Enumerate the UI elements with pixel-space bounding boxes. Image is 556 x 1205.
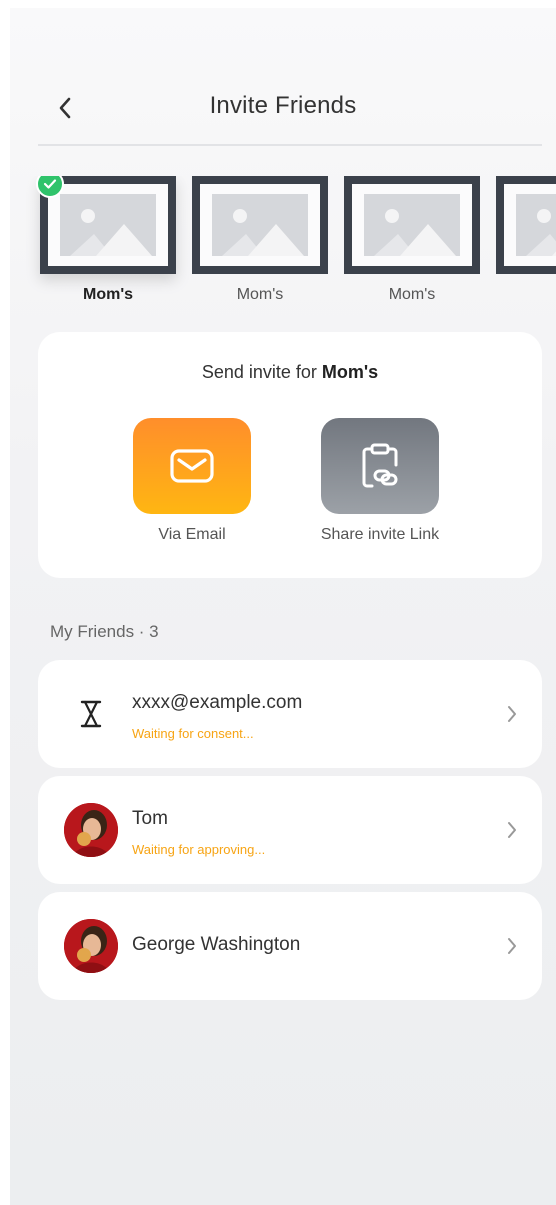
album-thumbnail (344, 176, 480, 274)
album-label: Mom's (82, 286, 134, 303)
app-screen: Invite Friends Mom's Mom's Mom's Send in… (10, 8, 556, 1205)
header-divider (38, 144, 542, 146)
album-item[interactable]: Mom's (344, 176, 480, 304)
chevron-right-icon (508, 822, 516, 838)
page-title: Invite Friends (209, 92, 357, 119)
clipboard-link-icon (362, 443, 398, 488)
invite-prefix: Send invite for (201, 362, 322, 382)
avatar (64, 803, 118, 857)
friends-header: My Friends · 3 (50, 622, 159, 641)
header: Invite Friends (10, 70, 556, 140)
friend-name: Tom (132, 808, 168, 829)
friend-name: George Washington (132, 934, 301, 955)
share-link-label: Share invite Link (320, 526, 440, 543)
album-thumbnail (496, 176, 556, 274)
album-thumbnail (192, 176, 328, 274)
image-placeholder-icon (516, 194, 556, 256)
via-email-label: Via Email (158, 526, 226, 543)
avatar (64, 919, 118, 973)
invite-card: Send invite for Mom's Via Email Share in… (38, 332, 542, 578)
friend-name: xxxx@example.com (132, 692, 303, 713)
friend-row[interactable]: George Washington (38, 892, 542, 1000)
share-link-button[interactable]: Share invite Link (300, 418, 460, 544)
album-label: Mom's (388, 286, 436, 303)
invite-title: Send invite for Mom's (38, 362, 542, 383)
image-placeholder-icon (212, 194, 308, 256)
chevron-right-icon (508, 938, 516, 954)
album-label: M (496, 286, 556, 304)
friend-row[interactable]: Tom Waiting for approving... (38, 776, 542, 884)
mail-icon (170, 449, 214, 483)
album-label: Mom's (236, 286, 284, 303)
album-item-selected[interactable]: Mom's (36, 176, 176, 304)
friend-row[interactable]: xxxx@example.com Waiting for consent... (38, 660, 542, 768)
email-tile[interactable] (133, 418, 251, 514)
chevron-right-icon (508, 706, 516, 722)
album-carousel[interactable]: Mom's Mom's Mom's (10, 176, 556, 316)
album-item[interactable]: Mom's (192, 176, 328, 304)
image-placeholder-icon (60, 194, 156, 256)
image-placeholder-icon (364, 194, 460, 256)
invite-album-name: Mom's (321, 362, 379, 382)
friend-status: Waiting for approving... (132, 842, 266, 857)
friend-status: Waiting for consent... (132, 726, 254, 741)
link-tile[interactable] (321, 418, 439, 514)
hourglass-icon (64, 687, 118, 741)
via-email-button[interactable]: Via Email (112, 418, 272, 544)
album-item[interactable]: M (496, 176, 556, 304)
